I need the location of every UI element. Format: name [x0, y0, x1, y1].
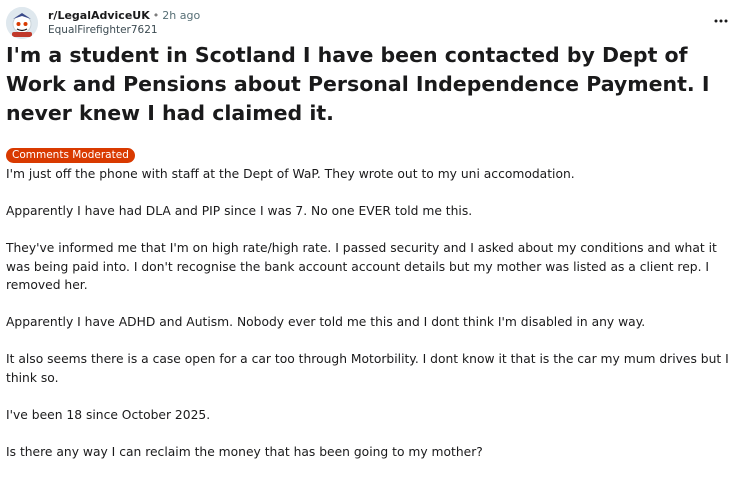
- post-title: I'm a student in Scotland I have been co…: [6, 43, 710, 125]
- body-paragraph: It also seems there is a case open for a…: [6, 352, 729, 385]
- subreddit-avatar[interactable]: [6, 7, 38, 39]
- body-paragraph: Apparently I have had DLA and PIP since …: [6, 204, 473, 218]
- body-paragraph: I've been 18 since October 2025.: [6, 407, 211, 422]
- subreddit-link[interactable]: r/LegalAdviceUK: [48, 9, 150, 22]
- body-paragraph: I'm just off the phone with staff at the…: [6, 167, 575, 181]
- post-body: I'm just off the phone with staff at the…: [6, 165, 741, 480]
- author-line: EqualFirefighter7621: [48, 23, 200, 38]
- post-meta-line: r/LegalAdviceUK • 2h ago: [48, 8, 200, 23]
- post-meta: r/LegalAdviceUK • 2h ago EqualFirefighter7…: [48, 8, 200, 38]
- post-header: r/LegalAdviceUK • 2h ago EqualFirefighter7…: [6, 6, 746, 40]
- post-card: r/LegalAdviceUK • 2h ago EqualFirefighter7…: [0, 0, 751, 471]
- post-time: 2h ago: [162, 9, 201, 22]
- more-horizontal-icon: [714, 19, 728, 23]
- body-paragraph: They've informed me that I'm on high rat…: [6, 241, 717, 292]
- body-paragraph: Is there any way I can reclaim the money…: [6, 444, 483, 459]
- author-link[interactable]: EqualFirefighter7621: [48, 24, 158, 36]
- meta-separator: •: [152, 9, 160, 22]
- more-options-button[interactable]: [710, 10, 732, 32]
- body-paragraph: Apparently I have ADHD and Autism. Nobod…: [6, 315, 646, 329]
- post-flair[interactable]: Comments Moderated: [6, 148, 135, 163]
